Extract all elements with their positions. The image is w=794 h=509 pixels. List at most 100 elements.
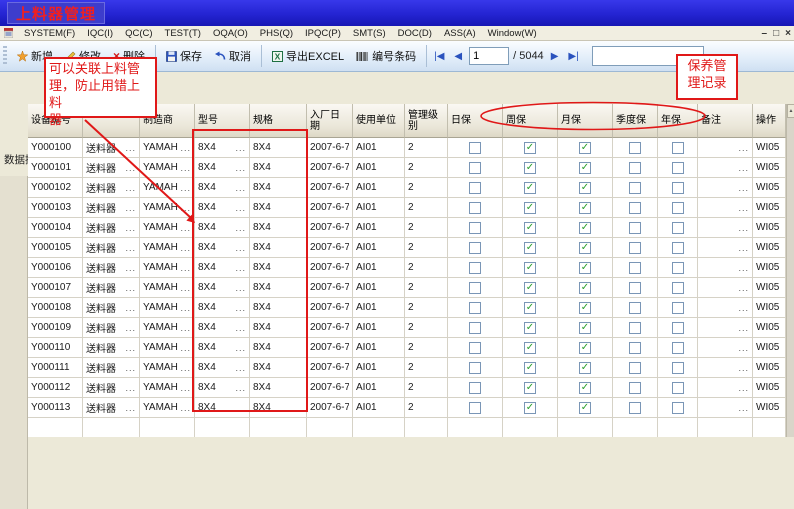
checkbox-monthly[interactable]: ✓ [579, 342, 591, 354]
checkbox-weekly[interactable]: ✓ [524, 202, 536, 214]
ellipsis-button[interactable]: ... [178, 283, 191, 293]
ellipsis-button[interactable]: ... [233, 383, 246, 393]
ellipsis-button[interactable]: ... [736, 263, 749, 273]
checkbox-quarterly[interactable]: ✓ [629, 322, 641, 334]
ellipsis-button[interactable]: ... [178, 223, 191, 233]
checkbox-daily[interactable]: ✓ [469, 342, 481, 354]
next-record-icon[interactable]: ▶ [548, 50, 562, 63]
checkbox-daily[interactable]: ✓ [469, 162, 481, 174]
ellipsis-button[interactable]: ... [123, 223, 136, 233]
ellipsis-button[interactable]: ... [178, 303, 191, 313]
ellipsis-button[interactable]: ... [233, 323, 246, 333]
ellipsis-button[interactable]: ... [233, 183, 246, 193]
ellipsis-button[interactable]: ... [233, 303, 246, 313]
ellipsis-button[interactable]: ... [736, 243, 749, 253]
ellipsis-button[interactable]: ... [123, 263, 136, 273]
ellipsis-button[interactable]: ... [178, 403, 191, 413]
table-row[interactable]: Y000107送料器...YAMAHA...8X4...8X42007-6-7A… [28, 278, 786, 298]
cancel-button[interactable]: 取消 [208, 45, 257, 67]
ellipsis-button[interactable]: ... [123, 243, 136, 253]
checkbox-daily[interactable]: ✓ [469, 182, 481, 194]
checkbox-yearly[interactable]: ✓ [672, 282, 684, 294]
checkbox-monthly[interactable]: ✓ [579, 362, 591, 374]
checkbox-monthly[interactable]: ✓ [579, 382, 591, 394]
checkbox-daily[interactable]: ✓ [469, 222, 481, 234]
scroll-up-icon[interactable]: ▲ [787, 104, 794, 118]
checkbox-quarterly[interactable]: ✓ [629, 142, 641, 154]
checkbox-weekly[interactable]: ✓ [524, 262, 536, 274]
checkbox-monthly[interactable]: ✓ [579, 162, 591, 174]
checkbox-weekly[interactable]: ✓ [524, 282, 536, 294]
minimize-icon[interactable]: – [762, 29, 768, 39]
table-row[interactable]: Y000109送料器...YAMAHA...8X4...8X42007-6-7A… [28, 318, 786, 338]
checkbox-quarterly[interactable]: ✓ [629, 222, 641, 234]
ellipsis-button[interactable]: ... [233, 363, 246, 373]
checkbox-yearly[interactable]: ✓ [672, 142, 684, 154]
vertical-scrollbar[interactable]: ▲ [786, 104, 794, 437]
ellipsis-button[interactable]: ... [123, 183, 136, 193]
column-header-yearly[interactable]: 年保 [658, 104, 698, 138]
ellipsis-button[interactable]: ... [233, 203, 246, 213]
column-header-spec[interactable]: 规格 [250, 104, 307, 138]
checkbox-weekly[interactable]: ✓ [524, 242, 536, 254]
checkbox-daily[interactable]: ✓ [469, 382, 481, 394]
checkbox-daily[interactable]: ✓ [469, 202, 481, 214]
table-row[interactable]: Y000108送料器...YAMAHA...8X4...8X42007-6-7A… [28, 298, 786, 318]
table-row[interactable]: Y000106送料器...YAMAHA...8X4...8X42007-6-7A… [28, 258, 786, 278]
menu-item[interactable]: DOC(D) [392, 28, 438, 39]
checkbox-weekly[interactable]: ✓ [524, 182, 536, 194]
menu-item[interactable]: OQA(O) [207, 28, 254, 39]
checkbox-daily[interactable]: ✓ [469, 302, 481, 314]
ellipsis-button[interactable]: ... [233, 143, 246, 153]
column-header-unit[interactable]: 使用单位 [353, 104, 405, 138]
checkbox-quarterly[interactable]: ✓ [629, 342, 641, 354]
ellipsis-button[interactable]: ... [233, 243, 246, 253]
checkbox-monthly[interactable]: ✓ [579, 262, 591, 274]
checkbox-yearly[interactable]: ✓ [672, 322, 684, 334]
table-row[interactable]: Y000110送料器...YAMAHA...8X4...8X42007-6-7A… [28, 338, 786, 358]
checkbox-yearly[interactable]: ✓ [672, 242, 684, 254]
checkbox-daily[interactable]: ✓ [469, 362, 481, 374]
checkbox-daily[interactable]: ✓ [469, 402, 481, 414]
column-header-op[interactable]: 操作 [753, 104, 786, 138]
checkbox-weekly[interactable]: ✓ [524, 402, 536, 414]
ellipsis-button[interactable]: ... [736, 163, 749, 173]
checkbox-quarterly[interactable]: ✓ [629, 162, 641, 174]
column-header-daily[interactable]: 日保 [448, 104, 503, 138]
ellipsis-button[interactable]: ... [178, 383, 191, 393]
menu-item[interactable]: IPQC(P) [299, 28, 347, 39]
ellipsis-button[interactable]: ... [178, 163, 191, 173]
ellipsis-button[interactable]: ... [233, 163, 246, 173]
ellipsis-button[interactable]: ... [233, 403, 246, 413]
column-header-model[interactable]: 型号 [195, 104, 250, 138]
ellipsis-button[interactable]: ... [178, 263, 191, 273]
ellipsis-button[interactable]: ... [736, 203, 749, 213]
menu-item[interactable]: PHS(Q) [254, 28, 299, 39]
table-row[interactable]: Y000113送料器...YAMAHA...8X4...8X42007-6-7A… [28, 398, 786, 418]
checkbox-yearly[interactable]: ✓ [672, 302, 684, 314]
column-header-remark[interactable]: 备注 [698, 104, 753, 138]
ellipsis-button[interactable]: ... [736, 403, 749, 413]
table-row[interactable]: Y000105送料器...YAMAHA...8X4...8X42007-6-7A… [28, 238, 786, 258]
ellipsis-button[interactable]: ... [736, 343, 749, 353]
table-row[interactable]: Y000101送料器...YAMAHA...8X4...8X42007-6-7A… [28, 158, 786, 178]
ellipsis-button[interactable]: ... [178, 363, 191, 373]
checkbox-monthly[interactable]: ✓ [579, 222, 591, 234]
prev-record-icon[interactable]: ◀ [451, 50, 465, 63]
ellipsis-button[interactable]: ... [736, 383, 749, 393]
checkbox-quarterly[interactable]: ✓ [629, 382, 641, 394]
page-number-input[interactable] [469, 47, 509, 65]
column-header-monthly[interactable]: 月保 [558, 104, 613, 138]
checkbox-monthly[interactable]: ✓ [579, 242, 591, 254]
column-header-quarterly[interactable]: 季度保 [613, 104, 658, 138]
ellipsis-button[interactable]: ... [178, 323, 191, 333]
menu-item[interactable]: ASS(A) [438, 28, 482, 39]
ellipsis-button[interactable]: ... [178, 203, 191, 213]
checkbox-weekly[interactable]: ✓ [524, 142, 536, 154]
checkbox-monthly[interactable]: ✓ [579, 302, 591, 314]
checkbox-yearly[interactable]: ✓ [672, 222, 684, 234]
save-button[interactable]: 保存 [160, 45, 208, 67]
menu-item[interactable]: SMT(S) [347, 28, 392, 39]
ellipsis-button[interactable]: ... [736, 143, 749, 153]
checkbox-monthly[interactable]: ✓ [579, 402, 591, 414]
